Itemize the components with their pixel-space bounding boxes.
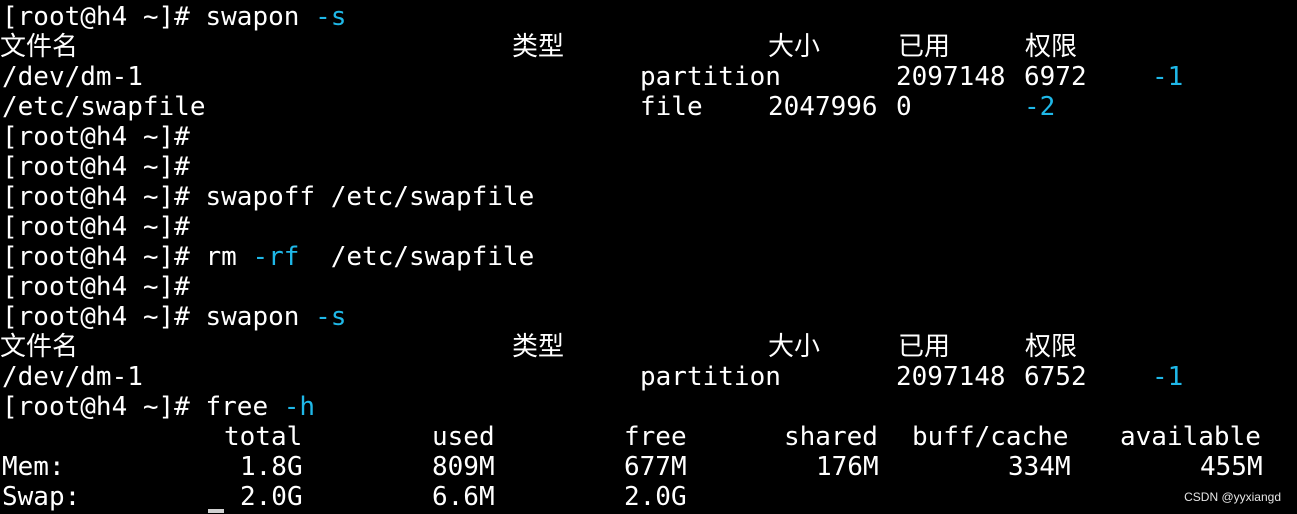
command-argument: /etc/swapfile [330, 242, 535, 272]
command-text: free [205, 392, 269, 422]
watermark: CSDN @yyxiangd [1184, 490, 1281, 504]
shell-prompt: [root@h4 ~]# [2, 212, 206, 242]
swapon-header-size: 大小 [768, 332, 821, 362]
free-header-buff-cache: buff/cache [912, 422, 1069, 452]
free-header-available: available [1120, 422, 1261, 452]
free-mem-free: 677M [624, 452, 687, 482]
shell-prompt: [root@h4 ~]# [2, 302, 206, 332]
shell-prompt: [root@h4 ~]# [2, 2, 206, 32]
swapon-header-filename: 文件名 [0, 332, 79, 362]
swapon-header-used: 已用 [898, 32, 951, 62]
shell-prompt: [root@h4 ~]# [2, 152, 206, 182]
swapon-header-size: 大小 [768, 32, 821, 62]
free-swap-label: Swap: [2, 482, 81, 512]
free-mem-total: 1.8G [240, 452, 303, 482]
swap-row-priority: -2 [1024, 92, 1056, 122]
free-swap-total: 2.0G [240, 482, 303, 512]
command-text: rm [205, 242, 237, 272]
free-mem-used: 809M [432, 452, 495, 482]
free-mem-available: 455M [1200, 452, 1263, 482]
swap-row-size: 2097148 [896, 62, 1006, 92]
swap-row-size: 2097148 [896, 362, 1006, 392]
swap-row-filename: /dev/dm-1 [2, 362, 143, 392]
terminal-window[interactable]: [root@h4 ~]# swapon -s 文件名 类型 大小 已用 权限 /… [0, 0, 1297, 514]
command-line: [root@h4 ~]# swapoff /etc/swapfile [2, 182, 534, 212]
free-swap-used: 6.6M [432, 482, 495, 512]
swap-row-filename: /dev/dm-1 [2, 62, 143, 92]
shell-prompt: [root@h4 ~]# [2, 272, 206, 302]
swap-row-used: 6752 [1024, 362, 1087, 392]
shell-prompt: [root@h4 ~]# [2, 122, 206, 152]
swap-row-filename: /etc/swapfile [2, 92, 206, 122]
free-header-free: free [624, 422, 687, 452]
swap-row-priority: -1 [1152, 62, 1184, 92]
shell-prompt: [root@h4 ~]# [2, 242, 206, 272]
swap-row-type: file [640, 92, 703, 122]
swap-row-type: partition [640, 362, 781, 392]
swapon-header-priority: 权限 [1025, 332, 1078, 362]
free-mem-buff-cache: 334M [1008, 452, 1071, 482]
shell-prompt: [root@h4 ~]# [2, 182, 206, 212]
swap-row-size: 2047996 [768, 92, 878, 122]
swap-row-used: 0 [896, 92, 912, 122]
command-option: -s [315, 2, 347, 32]
free-header-used: used [432, 422, 495, 452]
swap-row-priority: -1 [1152, 362, 1184, 392]
swapon-header-type: 类型 [512, 332, 565, 362]
command-line: [root@h4 ~]# rm -rf /etc/swapfile [2, 242, 534, 272]
shell-prompt: [root@h4 ~]# [2, 392, 206, 422]
free-header-shared: shared [784, 422, 878, 452]
command-option: -h [283, 392, 316, 422]
swapon-header-type: 类型 [512, 32, 565, 62]
terminal-cursor [208, 509, 224, 513]
free-mem-shared: 176M [816, 452, 879, 482]
command-line: [root@h4 ~]# free -h [2, 392, 315, 422]
command-line: [root@h4 ~]# swapon -s [2, 2, 346, 32]
command-option: -s [315, 302, 347, 332]
swapon-header-priority: 权限 [1025, 32, 1078, 62]
command-line: [root@h4 ~]# swapon -s [2, 302, 346, 332]
free-swap-free: 2.0G [624, 482, 687, 512]
swapon-header-used: 已用 [898, 332, 951, 362]
free-header-total: total [224, 422, 303, 452]
command-text: swapon [205, 302, 300, 332]
command-text: swapon [205, 2, 300, 32]
swap-row-type: partition [640, 62, 781, 92]
free-mem-label: Mem: [2, 452, 65, 482]
swap-row-used: 6972 [1024, 62, 1087, 92]
swapon-header-filename: 文件名 [0, 32, 79, 62]
command-option: -rf [252, 242, 300, 272]
command-text: swapoff /etc/swapfile [205, 182, 535, 212]
